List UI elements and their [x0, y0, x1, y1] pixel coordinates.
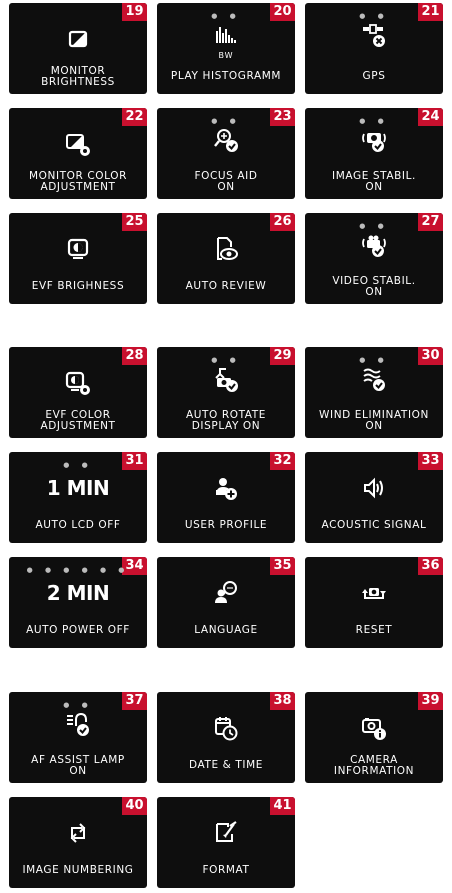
gps-satellite-off-icon [305, 21, 443, 53]
tile-number: 38 [270, 692, 295, 710]
tile-label-2: ON [365, 420, 383, 432]
tile-wind-elimination[interactable]: 30 ● ● WIND ELIMINATION ON [305, 347, 443, 438]
tile-label-2: BRIGHTNESS [41, 76, 115, 88]
tile-play-histogram[interactable]: 20 ● ● BW PLAY HISTOGRAMM [157, 3, 295, 94]
tile-label-2: ON [69, 765, 87, 777]
calendar-clock-icon [157, 714, 295, 746]
tile-label-2: DISPLAY ON [191, 420, 261, 432]
tile-auto-rotate[interactable]: 29 ● ● AUTO ROTATE DISPLAY ON [157, 347, 295, 438]
tile-date-time[interactable]: 38 DATE & TIME [157, 692, 295, 783]
tile-monitor-color[interactable]: 22 MONITOR COLOR ADJUSTMENT [9, 108, 147, 199]
tile-number: 41 [270, 797, 295, 815]
camera-info-icon [305, 714, 443, 746]
tile-acoustic-signal[interactable]: 33 ACOUSTIC SIGNAL [305, 452, 443, 543]
tile-number: 22 [122, 108, 147, 126]
user-add-icon [157, 474, 295, 506]
tile-reset[interactable]: 36 RESET [305, 557, 443, 648]
tile-label: AUTO REVIEW [185, 280, 267, 292]
page-dots: ● ● [211, 117, 241, 125]
tile-label: FORMAT [202, 864, 250, 876]
page-dots: ● ● [359, 117, 389, 125]
language-chat-icon [157, 579, 295, 611]
page-dots: ● ● [359, 12, 389, 20]
tile-label-2: INFORMATION [333, 765, 415, 777]
page-dots: ● ● [359, 356, 389, 364]
tile-label: RESET [355, 624, 393, 636]
tile-image-stabil[interactable]: 24 ● ● IMAGE STABIL. ON [305, 108, 443, 199]
video-stabilizer-icon [305, 231, 443, 263]
speaker-icon [305, 474, 443, 506]
tile-camera-information[interactable]: 39 CAMERA INFORMATION [305, 692, 443, 783]
tile-label: IMAGE NUMBERING [22, 864, 134, 876]
tile-label-2: ON [365, 286, 383, 298]
tile-number: 26 [270, 213, 295, 231]
page-dots: ● ● [211, 356, 241, 364]
tile-af-assist-lamp[interactable]: 37 ● ● AF ASSIST LAMP ON [9, 692, 147, 783]
tile-label: GPS [362, 70, 386, 82]
tile-number: 36 [418, 557, 443, 575]
tile-number: 35 [270, 557, 295, 575]
tile-format[interactable]: 41 FORMAT [157, 797, 295, 888]
tile-label-2: ON [217, 181, 235, 193]
tile-number: 28 [122, 347, 147, 365]
af-assist-lamp-icon [9, 710, 147, 742]
page-dots: ● ● [63, 701, 93, 709]
tile-auto-power-off[interactable]: 34 ● ● ● ● ● ● 2 MIN AUTO POWER OFF [9, 557, 147, 648]
evf-brightness-icon [9, 235, 147, 267]
focus-aid-icon [157, 126, 295, 158]
page-dots: ● ● [211, 12, 241, 20]
image-stabilizer-icon [305, 126, 443, 158]
tile-evf-color[interactable]: 28 EVF COLOR ADJUSTMENT [9, 347, 147, 438]
tile-number: 39 [418, 692, 443, 710]
histogram-mode: BW [218, 51, 234, 60]
tile-image-numbering[interactable]: 40 IMAGE NUMBERING [9, 797, 147, 888]
page-dots: ● ● ● ● ● ● [26, 566, 130, 574]
evf-gear-icon [9, 369, 147, 401]
format-card-icon [157, 819, 295, 851]
tile-number: 33 [418, 452, 443, 470]
tile-number: 32 [270, 452, 295, 470]
tile-video-stabil[interactable]: 27 ● ● VIDEO STABIL. ON [305, 213, 443, 304]
tile-language[interactable]: 35 LANGUAGE [157, 557, 295, 648]
tile-label: AUTO LCD OFF [35, 519, 121, 531]
tile-label: USER PROFILE [184, 519, 268, 531]
tile-number: 19 [122, 3, 147, 21]
timeout-value: 2 MIN [46, 581, 110, 605]
tile-label-2: ON [365, 181, 383, 193]
tile-auto-lcd-off[interactable]: 31 ● ● 1 MIN AUTO LCD OFF [9, 452, 147, 543]
tile-label-2: ADJUSTMENT [40, 181, 116, 193]
auto-review-eye-icon [157, 235, 295, 267]
tile-focus-aid[interactable]: 23 ● ● FOCUS AID ON [157, 108, 295, 199]
histogram-icon [157, 21, 295, 53]
tile-label: EVF BRIGHNESS [31, 280, 125, 292]
tile-label: LANGUAGE [194, 624, 258, 636]
tile-number: 25 [122, 213, 147, 231]
tile-gps[interactable]: 21 ● ● GPS [305, 3, 443, 94]
tile-number: 40 [122, 797, 147, 815]
tile-user-profile[interactable]: 32 USER PROFILE [157, 452, 295, 543]
auto-rotate-icon [157, 365, 295, 397]
reset-icon [305, 579, 443, 611]
half-square-icon [9, 25, 147, 57]
wind-icon [305, 365, 443, 397]
tile-auto-review[interactable]: 26 AUTO REVIEW [157, 213, 295, 304]
tile-label: AUTO POWER OFF [26, 624, 130, 636]
numbering-arrows-icon [9, 819, 147, 851]
tile-monitor-brightness[interactable]: 19 MONITOR BRIGHTNESS [9, 3, 147, 94]
page-dots: ● ● [359, 222, 389, 230]
timeout-value: 1 MIN [46, 476, 110, 500]
tile-label-2: ADJUSTMENT [40, 420, 116, 432]
tile-evf-brightness[interactable]: 25 EVF BRIGHNESS [9, 213, 147, 304]
monitor-gear-icon [9, 130, 147, 162]
tile-label: PLAY HISTOGRAMM [170, 70, 282, 82]
page-dots: ● ● [63, 461, 93, 469]
tile-label: ACOUSTIC SIGNAL [321, 519, 427, 531]
tile-label: DATE & TIME [189, 759, 263, 771]
